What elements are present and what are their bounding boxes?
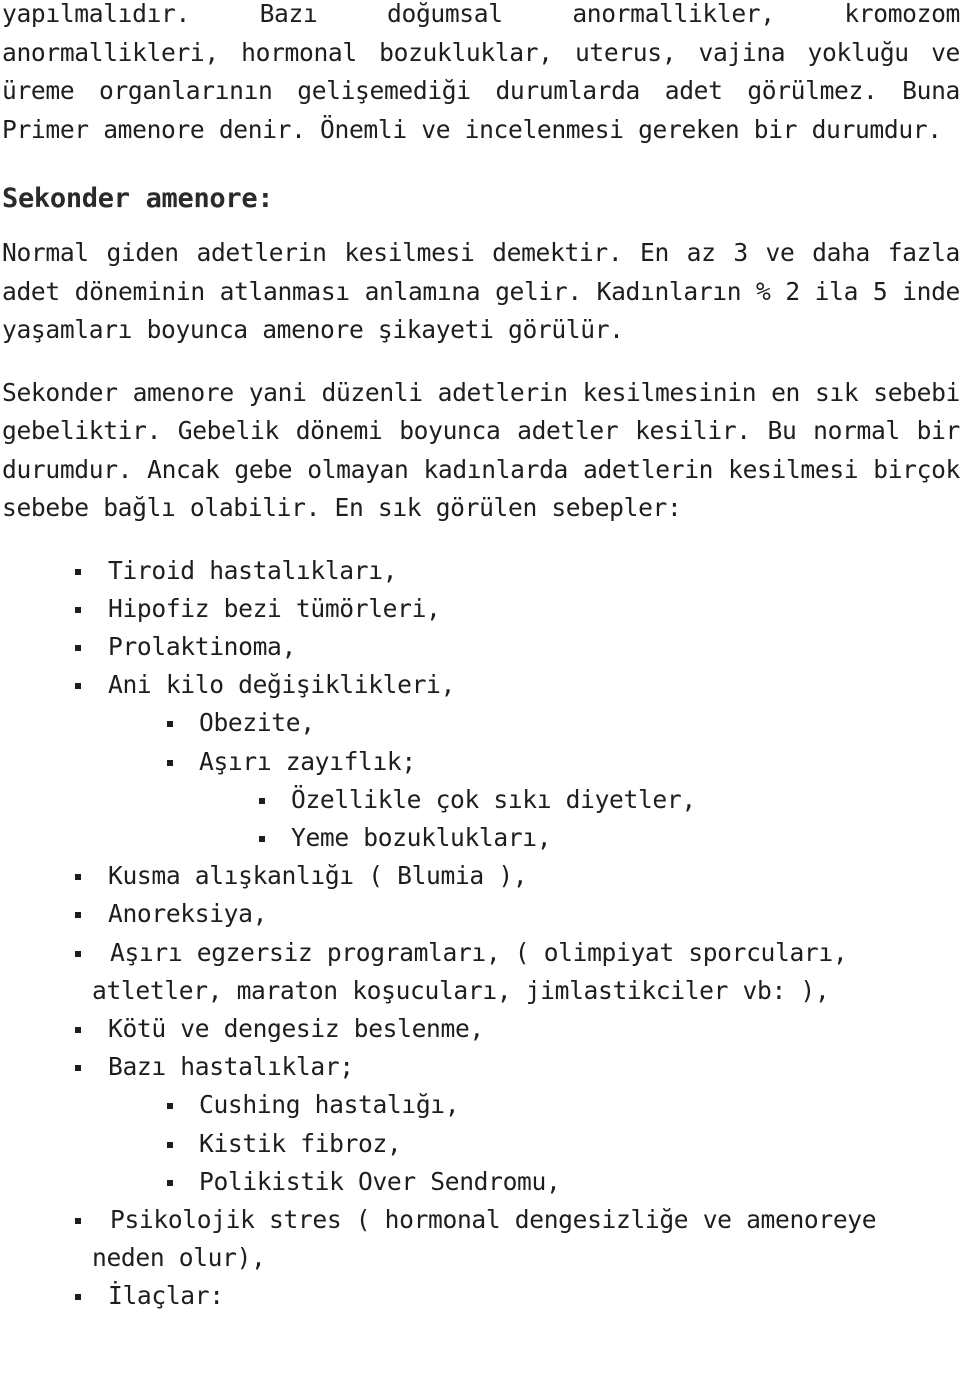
bullet-icon — [75, 644, 81, 651]
list-item: Bazı hastalıklar; — [2, 1048, 960, 1086]
list-item-text: Bazı hastalıklar; — [108, 1052, 354, 1082]
list-item-text: Tiroid hastalıkları, — [108, 555, 398, 585]
section-heading: Sekonder amenore: — [2, 183, 274, 214]
list-item-text: Cushing hastalığı, — [199, 1090, 460, 1120]
bullet-icon — [75, 1065, 81, 1072]
list-item: Hipofiz bezi tümörleri, — [2, 590, 960, 628]
bullet-icon — [167, 721, 173, 728]
list-item: Prolaktinoma, — [2, 628, 960, 666]
list-item: Ani kilo değişiklikleri, — [2, 666, 960, 704]
list-item: Polikistik Over Sendromu, — [2, 1163, 960, 1201]
list-item-text: Prolaktinoma, — [108, 631, 296, 661]
list-item: Obezite, — [2, 704, 960, 742]
bullet-icon — [75, 568, 81, 575]
list-item: Kötü ve dengesiz beslenme, — [2, 1010, 960, 1048]
list-item-text: Psikolojik stres ( hormonal dengesizliğe… — [110, 1204, 877, 1234]
list-item: Yeme bozuklukları, — [2, 819, 960, 857]
list-item-continuation: neden olur), — [92, 1243, 266, 1273]
list-item-continuation: atletler, maraton koşucuları, jimlastikc… — [92, 975, 830, 1005]
list-item-text: Kusma alışkanlığı ( Blumia ), — [108, 861, 528, 891]
bullet-icon — [167, 759, 173, 766]
list-item-text: Özellikle çok sıkı diyetler, — [291, 784, 696, 814]
list-item: Anoreksiya, — [2, 895, 960, 933]
causes-paragraph: Sekonder amenore yani düzenli adetlerin … — [2, 377, 960, 523]
intro-paragraph: yapılmalıdır. Bazı doğumsal anormallikle… — [2, 0, 960, 144]
bullet-icon — [75, 1217, 81, 1224]
list-item: Cushing hastalığı, — [2, 1086, 960, 1124]
list-item-text: Aşırı egzersiz programları, ( olimpiyat … — [110, 937, 848, 967]
bullet-icon — [259, 835, 265, 842]
list-item-text: Obezite, — [199, 708, 315, 738]
list-item: Tiroid hastalıkları, — [2, 552, 960, 590]
causes-list: Tiroid hastalıkları, Hipofiz bezi tümörl… — [2, 552, 960, 1316]
bullet-icon — [75, 874, 81, 881]
bullet-icon — [75, 683, 81, 690]
list-item: Kistik fibroz, — [2, 1125, 960, 1163]
list-item: Kusma alışkanlığı ( Blumia ), — [2, 857, 960, 895]
bullet-icon — [167, 1103, 173, 1110]
bullet-icon — [75, 912, 81, 919]
bullet-icon — [75, 1026, 81, 1033]
list-item-text: Ani kilo değişiklikleri, — [108, 670, 455, 700]
bullet-icon — [75, 950, 81, 957]
list-item: Aşırı zayıflık; — [2, 743, 960, 781]
bullet-icon — [167, 1141, 173, 1148]
list-item-text: Hipofiz bezi tümörleri, — [108, 593, 441, 623]
list-item-text: Polikistik Over Sendromu, — [199, 1166, 561, 1196]
list-item: Aşırı egzersiz programları, ( olimpiyat … — [2, 934, 960, 1010]
bullet-icon — [75, 1294, 81, 1301]
bullet-icon — [75, 606, 81, 613]
list-item-text: Yeme bozuklukları, — [291, 822, 552, 852]
list-item: İlaçlar: — [2, 1277, 960, 1315]
list-item-text: Kistik fibroz, — [199, 1128, 402, 1158]
bullet-icon — [167, 1179, 173, 1186]
list-item-text: Anoreksiya, — [108, 899, 268, 929]
list-item-text: Aşırı zayıflık; — [199, 746, 416, 776]
article-body: yapılmalıdır. Bazı doğumsal anormallikle… — [2, 0, 960, 1316]
list-item: Psikolojik stres ( hormonal dengesizliğe… — [2, 1201, 960, 1277]
list-item-text: İlaçlar: — [108, 1281, 224, 1311]
bullet-icon — [259, 797, 265, 804]
definition-paragraph: Normal giden adetlerin kesilmesi demekti… — [2, 238, 960, 344]
list-item: Özellikle çok sıkı diyetler, — [2, 781, 960, 819]
list-item-text: Kötü ve dengesiz beslenme, — [108, 1013, 484, 1043]
